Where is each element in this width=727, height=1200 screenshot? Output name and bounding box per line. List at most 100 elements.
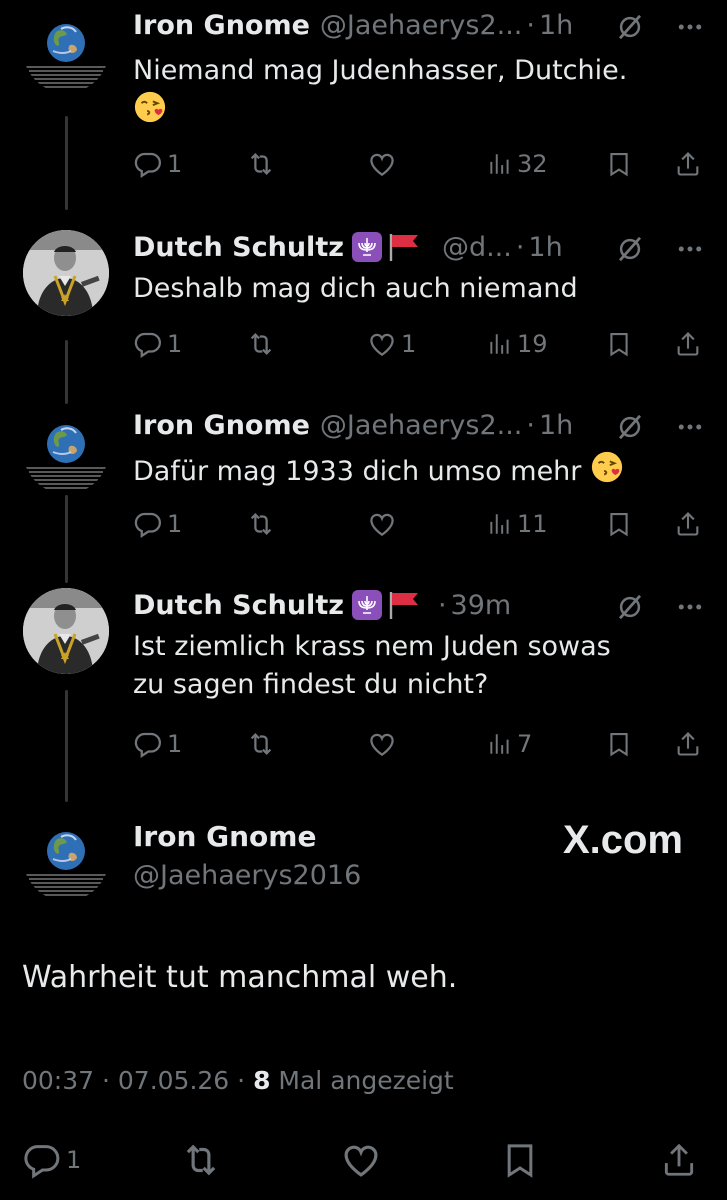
tweet-text: Dafür mag 1933 dich umso mehr [133,450,693,495]
reply-count: 1 [167,330,183,358]
retweet-icon [246,509,276,539]
view-count: 7 [517,730,533,758]
retweet-button[interactable] [246,144,276,184]
display-name[interactable]: Dutch Schultz [133,590,344,621]
reply-icon [133,729,163,759]
reply-icon [133,329,163,359]
tweet-header: Iron Gnome @Jaehaerys2... · 1h [133,0,573,50]
like-button[interactable]: 1 [367,324,416,364]
bookmark-button[interactable] [605,144,633,184]
handle[interactable]: @Jaehaerys2016 [133,860,361,891]
bookmark-button[interactable] [605,324,633,364]
retweet-button[interactable] [246,504,276,544]
tweet-text-line: Ist ziemlich krass nem Juden sowas [133,631,611,662]
display-name[interactable]: Iron Gnome [133,410,310,441]
timestamp[interactable]: 1h [539,10,573,41]
retweet-icon [246,329,276,359]
retweet-button[interactable] [246,724,276,764]
handle[interactable]: @Jaehaerys2... [320,410,522,441]
views-button[interactable]: 11 [487,504,548,544]
like-button[interactable] [367,504,401,544]
views-icon [487,331,513,357]
grok-icon[interactable] [615,234,645,268]
avatar[interactable] [23,588,109,674]
bookmark-icon [605,150,633,178]
display-name[interactable]: Dutch Schultz [133,232,344,263]
reply-icon [133,149,163,179]
bookmark-button[interactable] [605,724,633,764]
reply-button[interactable]: 1 [133,324,182,364]
grok-icon[interactable] [615,12,645,46]
reply-button[interactable]: 1 [133,724,182,764]
avatar[interactable] [23,230,109,316]
views-button[interactable]: 7 [487,724,532,764]
reply-icon [22,1140,62,1180]
watermark: X.com [562,818,683,862]
like-icon [367,509,397,539]
display-name[interactable]: Iron Gnome [133,820,316,853]
avatar[interactable] [23,7,109,93]
tweet-text-content: Dafür mag 1933 dich umso mehr [133,456,582,487]
handle[interactable]: @d... [442,232,512,263]
avatar[interactable] [23,815,109,901]
timestamp[interactable]: 39m [451,590,512,621]
menorah-icon [351,232,382,262]
avatar[interactable] [23,408,109,494]
share-button[interactable] [660,1140,698,1180]
view-count: 11 [517,510,548,538]
like-icon [340,1139,382,1181]
tweet-actions: 1 11 [133,504,703,544]
share-button[interactable] [674,324,702,364]
tweet-meta: 00:37 · 07.05.26 · 8 Mal angezeigt [22,1066,454,1095]
retweet-button[interactable] [246,324,276,364]
tweet-header: Iron Gnome @Jaehaerys2... · 1h [133,400,573,450]
timestamp[interactable]: 1h [528,232,562,263]
reply-icon [133,509,163,539]
share-button[interactable] [674,724,702,764]
reply-count: 1 [167,730,183,758]
like-button[interactable] [340,1140,382,1180]
more-icon[interactable] [675,234,705,268]
timestamp[interactable]: 1h [539,410,573,441]
reply-button[interactable]: 1 [133,504,182,544]
share-icon [674,150,702,178]
more-icon[interactable] [675,412,705,446]
tweet-actions: 1 7 [133,724,703,764]
like-icon [367,729,397,759]
tweet-header: Dutch Schultz @d... · 1h [133,222,563,272]
reply-count: 1 [66,1146,82,1174]
reply-count: 1 [167,510,183,538]
display-name[interactable]: Iron Gnome [133,10,310,41]
grok-icon[interactable] [615,592,645,626]
views-button[interactable]: 32 [487,144,548,184]
retweet-icon [246,149,276,179]
separator-dot: · [515,231,525,263]
retweet-icon [180,1139,222,1181]
like-button[interactable] [367,724,401,764]
like-button[interactable] [367,144,401,184]
views-icon [487,151,513,177]
tweet-text: Wahrheit tut manchmal weh. [22,960,458,995]
thread-line [65,690,68,802]
bookmark-button[interactable] [500,1140,540,1180]
reply-button[interactable]: 1 [22,1140,81,1180]
share-icon [660,1141,698,1179]
more-icon[interactable] [675,12,705,46]
timestamp[interactable]: 00:37 · 07.05.26 · [22,1066,253,1095]
tweet-text: Niemand mag Judenhasser, Dutchie. [133,52,693,135]
bookmark-button[interactable] [605,504,633,544]
share-icon [674,330,702,358]
reply-button[interactable]: 1 [133,144,182,184]
grok-icon[interactable] [615,412,645,446]
like-icon [367,329,397,359]
separator-dot: · [526,409,535,441]
handle[interactable]: @Jaehaerys2... [320,10,522,41]
views-icon [487,511,513,537]
share-button[interactable] [674,504,702,544]
more-icon[interactable] [675,592,705,626]
retweet-button[interactable] [180,1140,222,1180]
views-button[interactable]: 19 [487,324,548,364]
main-tweet-actions: 1 [0,1130,727,1190]
share-button[interactable] [674,144,702,184]
view-count: 19 [517,330,548,358]
